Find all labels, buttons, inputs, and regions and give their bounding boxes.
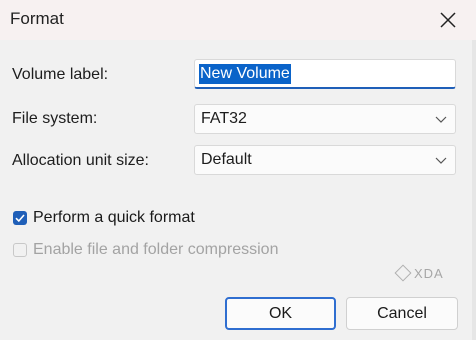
chevron-down-icon [435,116,447,123]
compression-checkbox [13,243,27,257]
cancel-button[interactable]: Cancel [346,297,458,330]
allocation-unit-caption: Allocation unit size: [12,152,149,169]
file-system-caption: File system: [12,110,98,127]
ok-button[interactable]: OK [225,297,336,330]
close-icon [440,12,456,28]
title-bar: Format [0,0,476,40]
file-system-value: FAT32 [201,110,247,127]
quick-format-label[interactable]: Perform a quick format [33,209,195,227]
file-system-select[interactable]: FAT32 [194,104,456,134]
volume-label-caption: Volume label: [12,66,109,83]
allocation-unit-select[interactable]: Default [194,145,456,175]
watermark-text: XDA [414,266,444,281]
window-edge [472,40,476,340]
quick-format-checkbox[interactable] [13,211,27,225]
check-icon [15,214,25,223]
volume-label-input[interactable]: New Volume [194,59,456,89]
chevron-down-icon [435,157,447,164]
xda-watermark: XDA [394,264,444,282]
allocation-unit-value: Default [201,151,252,168]
volume-label-value: New Volume [199,64,291,84]
close-button[interactable] [428,2,468,38]
window-title: Format [10,9,64,28]
compression-label: Enable file and folder compression [33,241,279,258]
